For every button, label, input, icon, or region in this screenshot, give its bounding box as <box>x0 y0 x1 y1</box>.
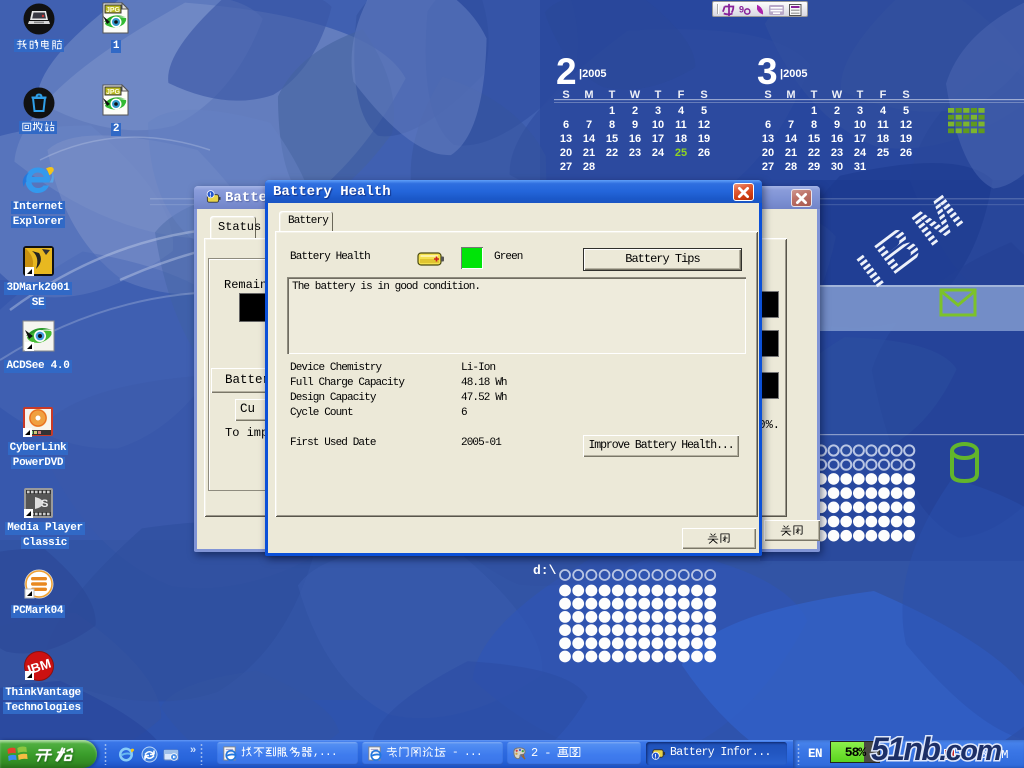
svg-text:JPG: JPG <box>106 89 121 96</box>
svg-text:9: 9 <box>739 4 744 14</box>
svg-text:51nb.com: 51nb.com <box>871 731 1001 767</box>
svg-text:!: ! <box>654 753 656 760</box>
svg-text:JPG: JPG <box>106 7 121 14</box>
svg-text:S: S <box>41 498 48 510</box>
svg-text:!: ! <box>209 192 211 199</box>
